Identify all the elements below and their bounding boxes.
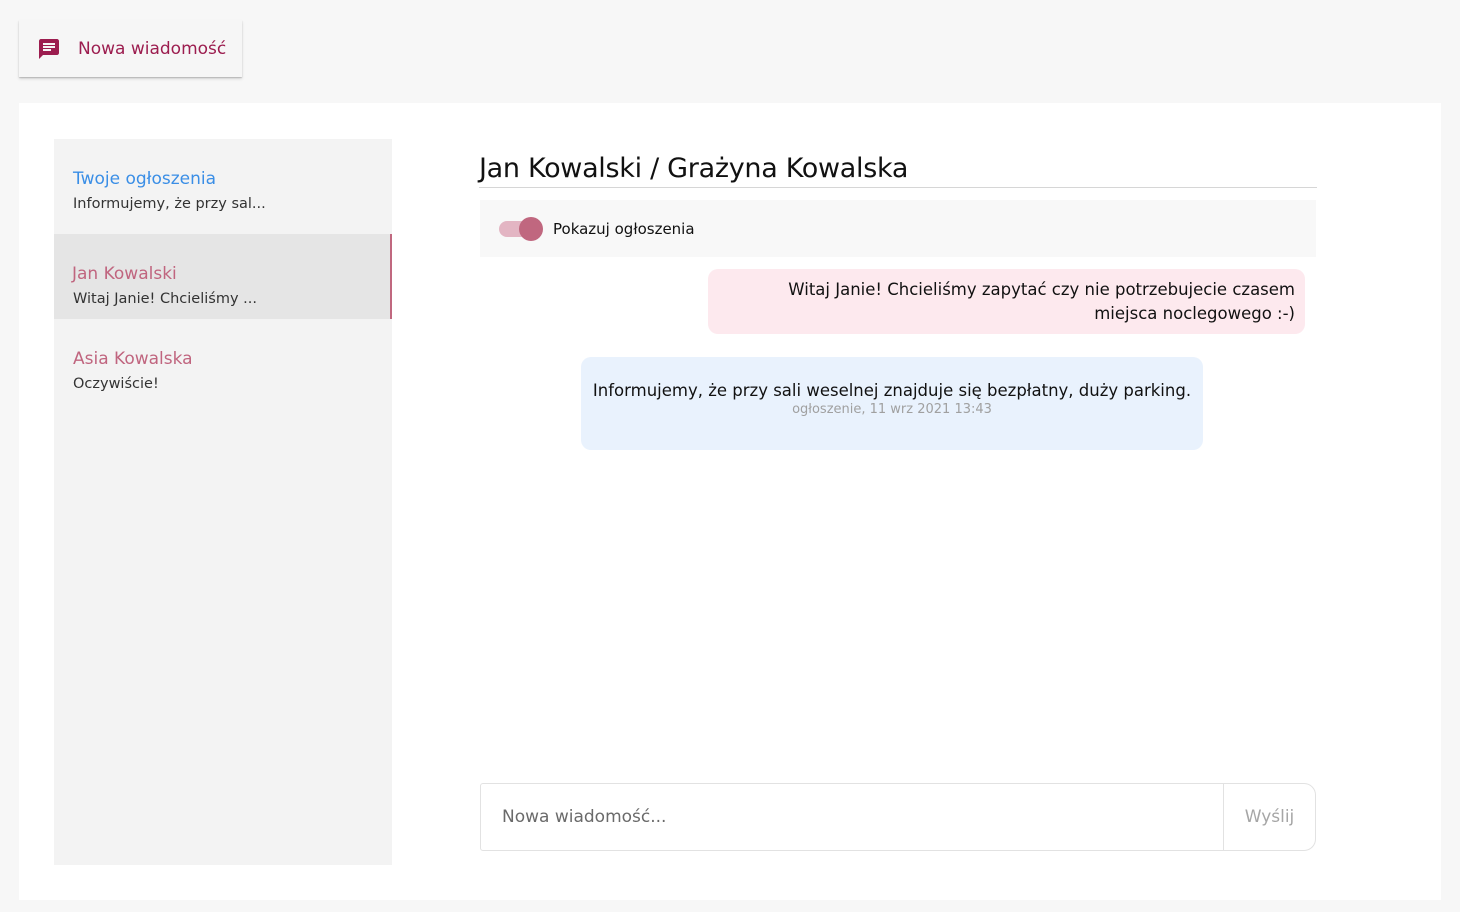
conversation-title: Twoje ogłoszenia xyxy=(73,169,217,189)
conversation-preview: Oczywiście! xyxy=(73,376,159,392)
show-announcements-toggle[interactable] xyxy=(499,216,543,241)
message-meta: ogłoszenie, 11 wrz 2021 13:43 xyxy=(792,402,992,417)
announcement-message-bubble: Informujemy, że przy sali weselnej znajd… xyxy=(581,357,1203,450)
new-message-input[interactable] xyxy=(481,784,1223,850)
conversation-preview: Informujemy, że przy sal... xyxy=(73,196,266,212)
conversation-item-announcements[interactable]: Twoje ogłoszenia Informujemy, że przy sa… xyxy=(54,139,392,224)
conversation-list: Twoje ogłoszenia Informujemy, że przy sa… xyxy=(54,139,392,865)
toggle-thumb xyxy=(519,216,543,241)
message-text: Witaj Janie! Chcieliśmy zapytać czy nie … xyxy=(788,280,1295,323)
message-text: Informujemy, że przy sali weselnej znajd… xyxy=(592,381,1192,400)
outgoing-message-bubble: Witaj Janie! Chcieliśmy zapytać czy nie … xyxy=(708,269,1305,334)
messages-panel: Twoje ogłoszenia Informujemy, że przy sa… xyxy=(19,103,1441,900)
new-message-label: Nowa wiadomość xyxy=(78,38,227,59)
toggle-label: Pokazuj ogłoszenia xyxy=(553,219,695,238)
send-button[interactable]: Wyślij xyxy=(1223,784,1315,850)
conversation-title: Jan Kowalski xyxy=(72,264,177,284)
conversation-item-jan-kowalski[interactable]: Jan Kowalski Witaj Janie! Chcieliśmy ... xyxy=(54,234,392,319)
top-toolbar: Nowa wiadomość xyxy=(0,0,1460,102)
title-divider xyxy=(479,187,1317,188)
new-message-button[interactable]: Nowa wiadomość xyxy=(19,20,242,77)
conversation-item-asia-kowalska[interactable]: Asia Kowalska Oczywiście! xyxy=(54,319,392,404)
chat-title: Jan Kowalski / Grażyna Kowalska xyxy=(479,153,909,184)
chat-area: Jan Kowalski / Grażyna Kowalska Pokazuj … xyxy=(479,139,1317,865)
conversation-preview: Witaj Janie! Chcieliśmy ... xyxy=(73,291,257,307)
announcements-toggle-bar: Pokazuj ogłoszenia xyxy=(480,200,1316,257)
message-composer: Wyślij xyxy=(480,783,1316,851)
chat-message-icon xyxy=(37,37,61,61)
conversation-title: Asia Kowalska xyxy=(73,349,193,369)
